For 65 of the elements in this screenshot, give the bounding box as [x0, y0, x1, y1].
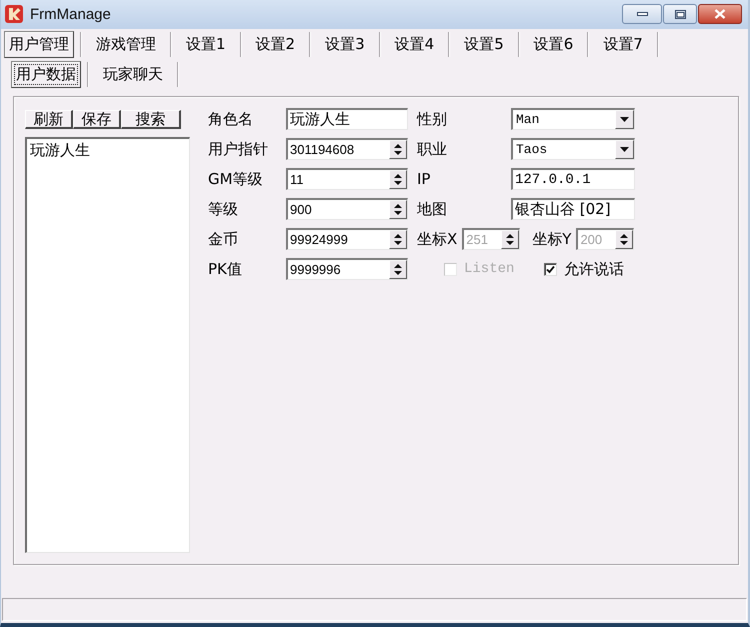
tab[interactable]: 用户管理: [4, 31, 74, 58]
field-label: GM等级: [208, 170, 264, 188]
up-down-arrow-icon: [506, 233, 514, 246]
spin-button[interactable]: [389, 260, 407, 279]
field-label: 性别: [417, 110, 448, 128]
list-box[interactable]: 玩游人生: [25, 137, 190, 553]
field-label: PK值: [208, 260, 243, 278]
maximize-button[interactable]: [663, 4, 697, 24]
tab[interactable]: 用户数据: [11, 61, 81, 88]
minimize-icon: [636, 12, 648, 16]
up-down-arrow-icon: [394, 203, 402, 216]
spin-button[interactable]: [389, 170, 407, 189]
caret-icon: [620, 117, 629, 122]
dropdown-button[interactable]: [615, 110, 634, 129]
up-down-arrow-icon: [394, 233, 402, 246]
close-button[interactable]: [698, 4, 742, 24]
tab[interactable]: 设置3: [311, 31, 379, 58]
tab[interactable]: 设置1: [172, 31, 240, 58]
tab[interactable]: 游戏管理: [82, 31, 170, 58]
field-label: IP: [417, 170, 432, 188]
toolbar-button[interactable]: 刷新: [25, 110, 73, 129]
list-item[interactable]: 玩游人生: [29, 141, 187, 159]
maximize-icon: [674, 10, 686, 18]
minimize-button[interactable]: [622, 4, 662, 24]
spin-field[interactable]: 301194608: [286, 138, 408, 160]
field-label: 坐标X: [417, 230, 458, 248]
spin-field[interactable]: 99924999: [286, 228, 408, 250]
text-field[interactable]: 银杏山谷 [02]: [511, 198, 635, 220]
dropdown-button[interactable]: [615, 140, 634, 159]
field-label: 地图: [417, 200, 448, 218]
combo-box[interactable]: Taos: [511, 138, 635, 160]
text-field[interactable]: 127.0.0.1: [511, 168, 635, 190]
app-icon: [5, 5, 23, 23]
tab[interactable]: 玩家聊天: [89, 61, 177, 88]
tab[interactable]: 设置7: [589, 31, 657, 58]
spin-field[interactable]: 11: [286, 168, 408, 190]
up-down-arrow-icon: [394, 173, 402, 186]
caret-icon: [620, 147, 629, 152]
toolbar-button[interactable]: 搜索: [121, 110, 181, 129]
up-down-arrow-icon: [394, 263, 402, 276]
close-icon: [714, 9, 726, 19]
field-label: 用户指针: [208, 140, 269, 158]
tab[interactable]: 设置5: [450, 31, 518, 58]
spin-field[interactable]: 900: [286, 198, 408, 220]
tab[interactable]: 设置2: [242, 31, 310, 58]
tab[interactable]: 设置4: [380, 31, 448, 58]
spin-button[interactable]: [389, 230, 407, 249]
spin-button[interactable]: [389, 140, 407, 159]
window-title: FrmManage: [30, 6, 111, 23]
field-label: 坐标Y: [532, 230, 572, 248]
spin-field[interactable]: 9999996: [286, 258, 408, 280]
up-down-arrow-icon: [620, 233, 628, 246]
combo-box[interactable]: Man: [511, 108, 635, 130]
field-label: 职业: [417, 140, 448, 158]
field-label: 等级: [208, 200, 239, 218]
text-field[interactable]: 玩游人生: [286, 108, 408, 130]
check-icon: [546, 264, 555, 274]
toolbar-button[interactable]: 保存: [73, 110, 121, 129]
spin-button[interactable]: [389, 200, 407, 219]
field-label: 角色名: [208, 110, 254, 128]
field-label: 金币: [208, 230, 239, 248]
tab[interactable]: 设置6: [520, 31, 588, 58]
checkbox[interactable]: [544, 262, 557, 276]
checkbox-label[interactable]: 允许说话: [564, 260, 624, 278]
up-down-arrow-icon: [394, 143, 402, 156]
